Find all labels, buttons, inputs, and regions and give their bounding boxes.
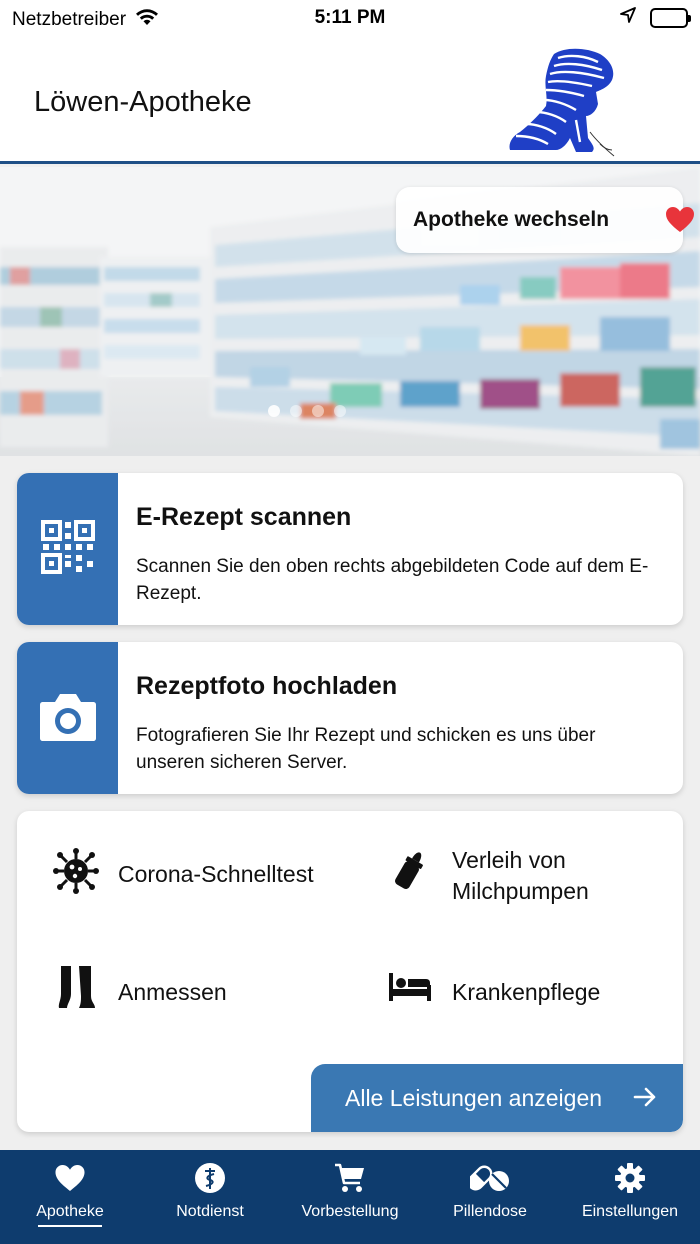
baby-bottle-icon bbox=[393, 849, 427, 896]
qr-code-icon bbox=[40, 519, 96, 580]
nav-label-vorbestellung: Vorbestellung bbox=[301, 1203, 399, 1220]
erezept-title: E-Rezept scannen bbox=[136, 503, 352, 531]
nav-item-einstellungen[interactable]: Einstellungen bbox=[560, 1150, 700, 1244]
all-services-label: Alle Leistungen anzeigen bbox=[345, 1084, 603, 1111]
status-right bbox=[620, 7, 691, 29]
arrow-right-icon bbox=[633, 1086, 657, 1114]
all-services-button[interactable]: Alle Leistungen anzeigen bbox=[311, 1064, 683, 1132]
page-title: Löwen-Apotheke bbox=[34, 86, 252, 118]
carousel-dot-active[interactable] bbox=[268, 405, 280, 417]
pills-icon bbox=[470, 1162, 510, 1194]
stockings-icon bbox=[57, 964, 97, 1015]
nav-item-vorbestellung[interactable]: Vorbestellung bbox=[280, 1150, 420, 1244]
hero-banner[interactable]: Apotheke wechseln bbox=[0, 167, 700, 456]
location-arrow-icon bbox=[620, 7, 636, 29]
erezept-card[interactable]: E-Rezept scannen Scannen Sie den oben re… bbox=[17, 473, 683, 625]
cart-icon bbox=[334, 1162, 366, 1194]
nav-item-apotheke[interactable]: Apotheke bbox=[0, 1150, 140, 1244]
service-label-corona: Corona-Schnelltest bbox=[118, 861, 314, 887]
camera-icon bbox=[39, 690, 97, 747]
bottom-navigation: Apotheke Notdienst Vorbestellung Pillend… bbox=[0, 1150, 700, 1244]
virus-icon bbox=[53, 848, 99, 899]
nav-label-notdienst: Notdienst bbox=[176, 1203, 244, 1220]
lion-logo-icon bbox=[500, 46, 620, 158]
photo-upload-title: Rezeptfoto hochladen bbox=[136, 672, 398, 700]
nav-label-einstellungen: Einstellungen bbox=[581, 1203, 679, 1220]
bed-icon bbox=[388, 971, 432, 1008]
erezept-card-side bbox=[17, 473, 118, 625]
service-label-krankenpflege: Krankenpflege bbox=[452, 979, 601, 1005]
caduceus-icon bbox=[194, 1162, 226, 1194]
nav-item-pillendose[interactable]: Pillendose bbox=[420, 1150, 560, 1244]
nav-item-notdienst[interactable]: Notdienst bbox=[140, 1150, 280, 1244]
heart-icon bbox=[54, 1162, 86, 1194]
erezept-description: Scannen Sie den oben rechts abgebildeten… bbox=[136, 556, 649, 604]
carousel-dot[interactable] bbox=[312, 405, 324, 417]
nav-label-pillendose: Pillendose bbox=[453, 1203, 527, 1220]
gear-icon bbox=[615, 1162, 645, 1194]
services-card: Corona-Schnelltest Verleih von Milchpump… bbox=[17, 811, 683, 1132]
nav-active-indicator bbox=[38, 1225, 102, 1227]
carousel-dots bbox=[268, 405, 346, 417]
photo-upload-description: Fotografieren Sie Ihr Rezept und schicke… bbox=[136, 725, 596, 773]
status-time: 5:11 PM bbox=[314, 7, 386, 28]
carousel-dot[interactable] bbox=[290, 405, 302, 417]
nav-label-apotheke: Apotheke bbox=[36, 1203, 104, 1220]
service-label-milchpumpen: Verleih von Milchpumpen bbox=[452, 847, 589, 904]
carousel-dot[interactable] bbox=[334, 405, 346, 417]
change-pharmacy-label: Apotheke wechseln bbox=[413, 208, 610, 231]
app-header: Löwen-Apotheke bbox=[0, 36, 700, 164]
photo-upload-card[interactable]: Rezeptfoto hochladen Fotografieren Sie I… bbox=[17, 642, 683, 794]
status-bar: Netzbetreiber 5:11 PM bbox=[0, 0, 700, 36]
photo-card-side bbox=[17, 642, 118, 794]
battery-icon bbox=[650, 8, 691, 28]
service-label-anmessen: Anmessen bbox=[118, 979, 227, 1005]
change-pharmacy-button[interactable]: Apotheke wechseln bbox=[396, 187, 694, 253]
